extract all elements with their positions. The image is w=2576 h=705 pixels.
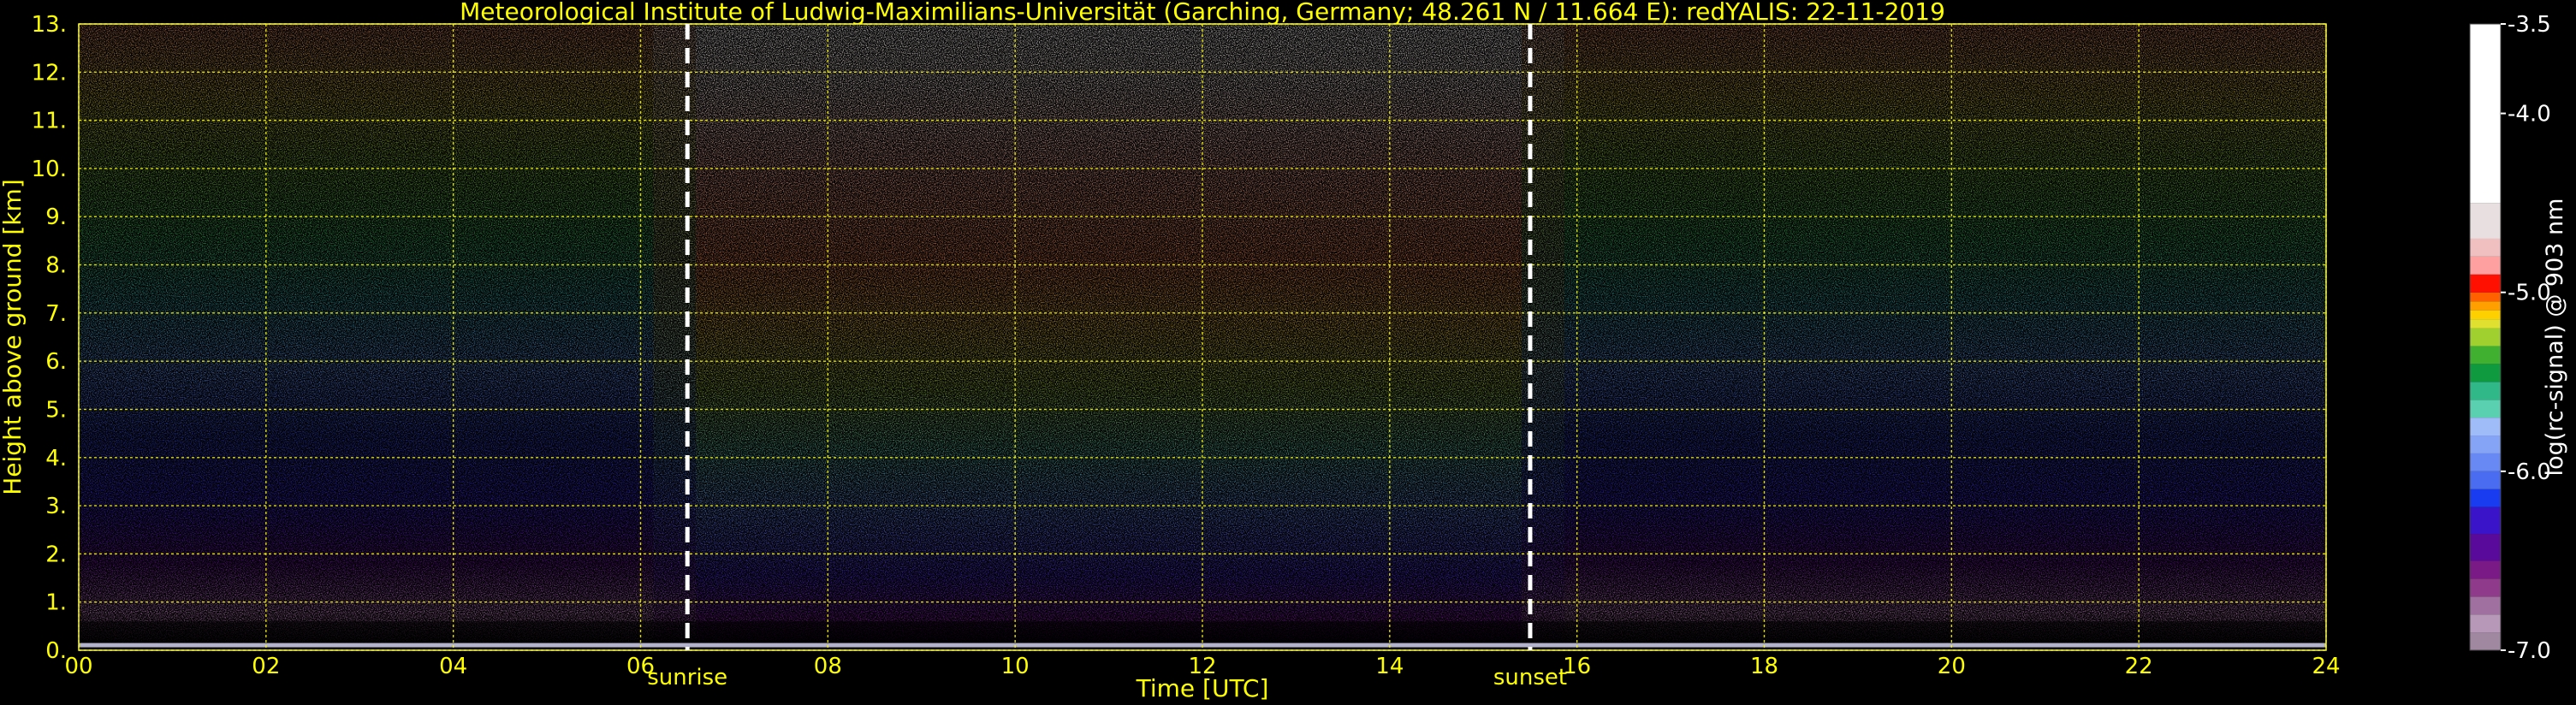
y-tick-label: 6. [45, 349, 67, 375]
colorbar-segment [2470, 632, 2501, 650]
colorbar-segment [2470, 453, 2501, 471]
y-tick-label: 4. [45, 446, 67, 471]
colorbar-segment [2470, 256, 2501, 275]
colorbar-segment [2470, 310, 2501, 320]
colorbar-segment [2470, 614, 2501, 633]
y-axis-label: Height above ground [km] [0, 179, 27, 495]
x-tick-label: 14 [1375, 654, 1404, 679]
y-tick-label: 12. [32, 60, 67, 86]
dusk-signal [1512, 24, 1564, 650]
colorbar-segment [2470, 328, 2501, 347]
y-tick-label: 9. [45, 204, 67, 230]
y-tick-label: 10. [32, 157, 67, 182]
y-tick-labels: 0. 1. 2. 3. 4. 5. 6. 7. 8. 9. 10. 11. 12. 13. [32, 12, 67, 664]
chart-title: Meteorological Institute of Ludwig-Maxim… [460, 0, 1945, 26]
x-tick-label: 04 [439, 654, 467, 679]
colorbar-segment [2470, 507, 2501, 535]
y-tick-label: 7. [45, 301, 67, 327]
x-tick-label: 22 [2125, 654, 2153, 679]
colorbar-segment [2470, 489, 2501, 507]
colorbar-tick-label: -4.0 [2508, 102, 2551, 127]
y-tick-label: 3. [45, 494, 67, 519]
colorbar-segment [2470, 382, 2501, 400]
colorbar-label: log(rc-signal) @ 903 nm [2542, 198, 2568, 477]
colorbar-segment [2470, 319, 2501, 329]
colorbar-tick-label: -7.0 [2508, 638, 2551, 664]
colorbar-segment [2470, 534, 2501, 561]
x-tick-label: 16 [1563, 654, 1591, 679]
colorbar-segment [2470, 364, 2501, 382]
x-tick-label: 18 [1750, 654, 1778, 679]
x-axis-label: Time [UTC] [1136, 674, 1269, 702]
colorbar-segment [2470, 471, 2501, 489]
colorbar-segment [2470, 578, 2501, 597]
x-tick-label: 08 [814, 654, 842, 679]
colorbar-segment [2470, 435, 2501, 453]
colorbar [2469, 23, 2502, 651]
colorbar-segment [2470, 24, 2501, 204]
y-tick-label: 2. [45, 542, 67, 567]
colorbar-segment [2470, 292, 2501, 302]
colorbar-segment [2470, 560, 2501, 579]
y-tick-label: 0. [45, 638, 67, 664]
sunset-label: sunset [1493, 665, 1567, 690]
y-tick-label: 8. [45, 253, 67, 279]
colorbar-segment [2470, 346, 2501, 364]
y-tick-label: 11. [32, 109, 67, 134]
y-tick-label: 1. [45, 590, 67, 616]
x-tick-label: 20 [1938, 654, 1966, 679]
y-tick-label: 13. [32, 12, 67, 38]
dawn-signal [653, 24, 705, 650]
colorbar-segment [2470, 203, 2501, 239]
day-signal [696, 24, 1522, 650]
lidar-chart: Meteorological Institute of Ludwig-Maxim… [0, 0, 2568, 702]
x-tick-label: 24 [2312, 654, 2340, 679]
y-tick-label: 5. [45, 397, 67, 423]
colorbar-segment [2470, 418, 2501, 436]
colorbar-segment [2470, 274, 2501, 293]
colorbar-segment [2470, 400, 2501, 418]
colorbar-segment [2470, 301, 2501, 311]
colorbar-segment [2470, 238, 2501, 257]
x-tick-label: 06 [626, 654, 655, 679]
colorbar-tick-label: -3.5 [2508, 12, 2551, 38]
sunrise-label: sunrise [647, 665, 727, 690]
x-tick-label: 00 [64, 654, 92, 679]
colorbar-segment [2470, 596, 2501, 615]
x-tick-label: 02 [252, 654, 280, 679]
x-tick-label: 10 [1001, 654, 1030, 679]
